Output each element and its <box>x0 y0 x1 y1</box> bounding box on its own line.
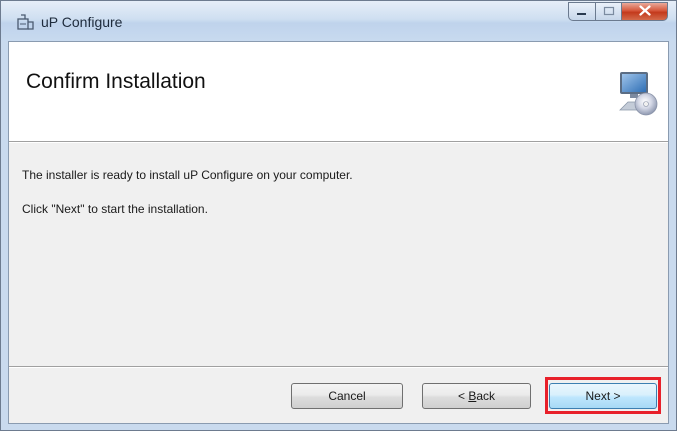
title-bar[interactable]: uP Configure <box>1 1 676 41</box>
next-button[interactable]: Next > <box>549 383 657 409</box>
back-label-rest: ack <box>476 389 496 403</box>
window-controls <box>568 2 668 22</box>
header-band: Confirm Installation <box>9 42 668 141</box>
computer-disc-icon <box>618 70 658 118</box>
minimize-button[interactable] <box>568 2 596 21</box>
maximize-button[interactable] <box>596 2 622 21</box>
close-button[interactable] <box>622 2 668 21</box>
maximize-icon <box>603 3 615 21</box>
dialog-client-area: Confirm Installation The installer is re… <box>8 41 669 424</box>
header-divider <box>9 141 668 143</box>
ready-message: The installer is ready to install uP Con… <box>22 168 353 182</box>
installer-icon <box>17 13 35 31</box>
cancel-button[interactable]: Cancel <box>291 383 403 409</box>
minimize-icon <box>576 3 588 21</box>
instruction-message: Click "Next" to start the installation. <box>22 202 208 216</box>
page-title: Confirm Installation <box>26 70 206 93</box>
installer-window: uP Configure Confirm Installation The in… <box>0 0 677 431</box>
window-title: uP Configure <box>41 14 123 30</box>
back-button[interactable]: < Back <box>422 383 531 409</box>
footer-divider <box>9 366 668 368</box>
back-label-prefix: < <box>457 389 469 403</box>
close-icon <box>638 3 651 21</box>
